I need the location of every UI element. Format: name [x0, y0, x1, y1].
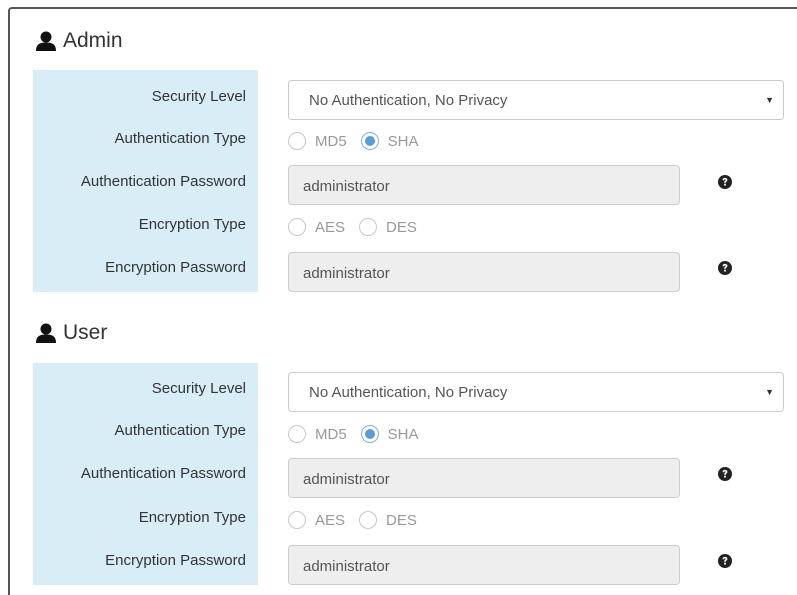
user-auth-type-label: Authentication Type: [114, 422, 246, 439]
admin-title: Admin: [63, 29, 123, 52]
user-enc-password-field[interactable]: administrator: [288, 545, 680, 585]
admin-enc-password-value: administrator: [303, 265, 390, 282]
user-icon: [36, 323, 56, 343]
admin-header: Admin: [35, 26, 123, 56]
admin-auth-type-label: Authentication Type: [114, 130, 246, 147]
admin-auth-md5-label: MD5: [315, 132, 347, 150]
user-enc-des-radio[interactable]: [359, 511, 378, 529]
admin-enc-des-label: DES: [386, 218, 417, 236]
user-enc-password-label: Encryption Password: [105, 552, 246, 569]
admin-auth-sha-label: SHA: [387, 132, 419, 150]
question-circle-icon[interactable]: [718, 554, 732, 568]
user-enc-aes-label: AES: [315, 511, 346, 529]
user-auth-sha-radio[interactable]: [360, 425, 379, 443]
user-auth-password-value: administrator: [303, 471, 390, 488]
caret-down-icon: ▼: [765, 387, 774, 397]
admin-auth-sha-radio[interactable]: [360, 132, 379, 150]
user-security-level-value: No Authentication, No Privacy: [309, 384, 508, 401]
admin-auth-password-label: Authentication Password: [80, 173, 246, 190]
user-auth-password-label: Authentication Password: [80, 465, 246, 482]
admin-auth-type-radios: MD5 SHA: [288, 130, 433, 152]
admin-enc-type-label: Encryption Type: [138, 216, 246, 233]
user-icon: [36, 31, 56, 51]
admin-enc-aes-radio[interactable]: [288, 218, 306, 236]
admin-auth-password-value: administrator: [303, 178, 390, 195]
user-enc-type-label: Encryption Type: [138, 509, 246, 526]
user-enc-des-label: DES: [386, 511, 417, 529]
question-circle-icon[interactable]: [718, 261, 732, 275]
question-circle-icon[interactable]: [718, 467, 732, 481]
admin-auth-password-field[interactable]: administrator: [288, 165, 680, 205]
admin-enc-des-radio[interactable]: [359, 218, 378, 236]
question-circle-icon[interactable]: [718, 175, 732, 189]
caret-down-icon: ▼: [765, 95, 774, 105]
admin-enc-password-label: Encryption Password: [105, 259, 246, 276]
user-auth-type-radios: MD5 SHA: [288, 423, 433, 445]
user-security-level-label: Security Level: [151, 380, 246, 397]
user-enc-type-radios: AES DES: [288, 509, 431, 531]
admin-enc-aes-label: AES: [315, 218, 346, 236]
admin-auth-md5-radio[interactable]: [288, 132, 306, 150]
admin-security-level-select[interactable]: No Authentication, No Privacy ▼: [288, 80, 784, 120]
user-security-level-select[interactable]: No Authentication, No Privacy ▼: [288, 372, 784, 412]
user-enc-aes-radio[interactable]: [288, 511, 306, 529]
admin-enc-password-field[interactable]: administrator: [288, 252, 680, 292]
user-enc-password-value: administrator: [303, 558, 390, 575]
user-auth-password-field[interactable]: administrator: [288, 458, 680, 498]
user-auth-md5-radio[interactable]: [288, 425, 306, 443]
user-title: User: [63, 321, 108, 344]
user-header: User: [35, 318, 107, 348]
admin-security-level-label: Security Level: [151, 88, 246, 105]
user-auth-md5-label: MD5: [315, 425, 347, 443]
user-auth-sha-label: SHA: [387, 425, 419, 443]
admin-security-level-value: No Authentication, No Privacy: [309, 92, 508, 109]
admin-enc-type-radios: AES DES: [288, 216, 431, 238]
